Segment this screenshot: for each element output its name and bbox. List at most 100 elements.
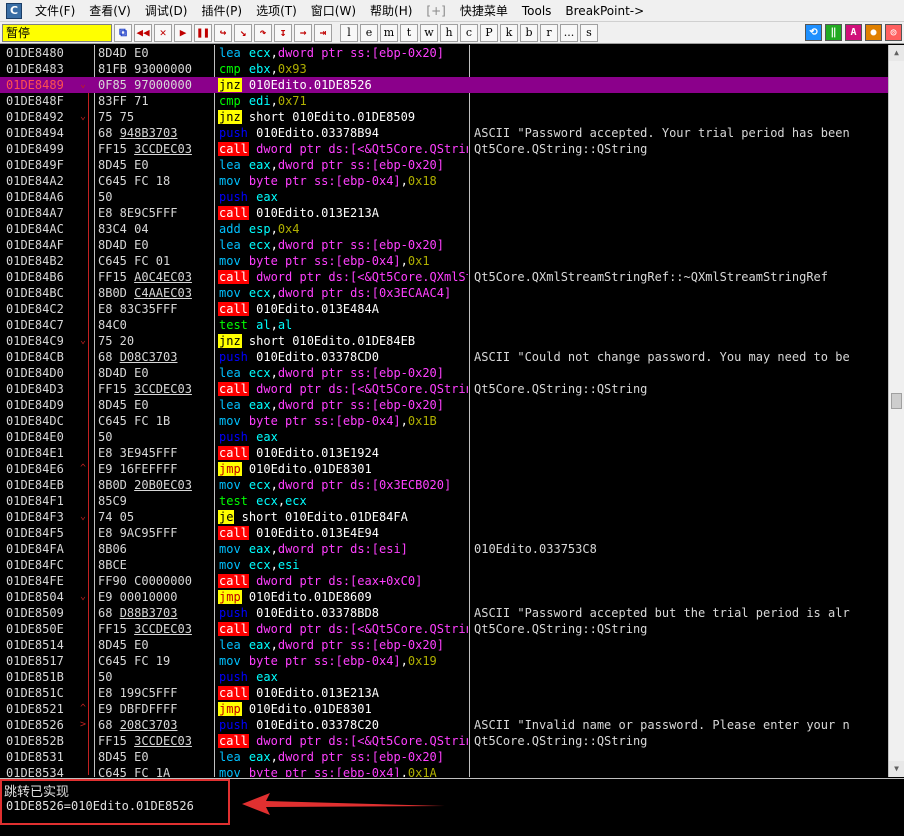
menu-item[interactable]: 帮助(H) xyxy=(363,0,419,22)
disasm-row[interactable]: 01DE84D3 FF15 3CCDEC03 call dword ptr ds:[… xyxy=(0,381,888,397)
window-button[interactable]: s xyxy=(580,23,598,42)
a-icon[interactable]: A xyxy=(845,24,862,41)
pause-plugin-icon[interactable]: ‖ xyxy=(825,24,842,41)
window-button[interactable]: t xyxy=(400,23,418,42)
vertical-scrollbar[interactable]: ▲ ▼ xyxy=(888,45,904,777)
instruction-cell: mov ecx,esi xyxy=(218,557,468,573)
disasm-row[interactable]: 01DE848F 83FF 71 cmp edi,0x71 xyxy=(0,93,888,109)
window-button[interactable]: l xyxy=(340,23,358,42)
disasm-row[interactable]: 01DE84AF 8D4D E0 lea ecx,dword ptr ss:[ebp… xyxy=(0,237,888,253)
operand: short 010Edito.01DE84FA xyxy=(234,510,408,524)
disasm-row[interactable]: 01DE84DC C645 FC 1B mov byte ptr ss:[ebp-0… xyxy=(0,413,888,429)
disasm-row[interactable]: 01DE8492 ⌄ 75 75 jnz short 010Edito.01DE850… xyxy=(0,109,888,125)
disasm-row[interactable]: 01DE84D0 8D4D E0 lea ecx,dword ptr ss:[ebp… xyxy=(0,365,888,381)
disasm-row[interactable]: 01DE850E FF15 3CCDEC03 call dword ptr ds:[… xyxy=(0,621,888,637)
disasm-row[interactable]: 01DE8504 ⌄ E9 00010000 jmp 010Edito.01DE860… xyxy=(0,589,888,605)
scroll-thumb[interactable] xyxy=(891,393,902,409)
window-button[interactable]: P xyxy=(480,23,498,42)
window-button[interactable]: r xyxy=(540,23,558,42)
window-button[interactable]: c xyxy=(460,23,478,42)
toolbar-button[interactable]: ↪ xyxy=(214,23,232,42)
disasm-row[interactable]: 01DE84AC 83C4 04 add esp,0x4 xyxy=(0,221,888,237)
operand: 010Edito.03378CD0 xyxy=(248,350,379,364)
disasm-row[interactable]: 01DE84C7 84C0 test al,al xyxy=(0,317,888,333)
hex-bytes: 83C4 04 xyxy=(98,222,149,236)
toolbar-button[interactable]: ↘ xyxy=(234,23,252,42)
disasm-row[interactable]: 01DE84BC 8B0D C4AAEC03 mov ecx,dword ptr d… xyxy=(0,285,888,301)
menu-item[interactable]: 调试(D) xyxy=(138,0,195,22)
menu-item[interactable]: 快捷菜单 xyxy=(453,0,515,22)
scroll-down-icon[interactable]: ▼ xyxy=(889,761,904,777)
disasm-row[interactable]: 01DE84C9 ⌄ 75 20 jnz short 010Edito.01DE84E… xyxy=(0,333,888,349)
target-icon[interactable]: ◎ xyxy=(885,24,902,41)
toolbar-button[interactable]: ⇥ xyxy=(314,23,332,42)
toolbar-button[interactable]: ↷ xyxy=(254,23,272,42)
disasm-row[interactable]: 01DE84FE FF90 C0000000 call dword ptr ds:[… xyxy=(0,573,888,589)
window-button[interactable]: k xyxy=(500,23,518,42)
disasm-row[interactable]: 01DE8526 >68 208C3703 push 010Edito.03378C… xyxy=(0,717,888,733)
disasm-row[interactable]: 01DE8517 C645 FC 19 mov byte ptr ss:[ebp-0… xyxy=(0,653,888,669)
operand: byte ptr ss:[ebp-0x4] xyxy=(248,414,401,428)
menu-item[interactable]: [+] xyxy=(419,0,452,22)
disasm-row[interactable]: 01DE84F3 ⌄ 74 05 je short 010Edito.01DE84FA xyxy=(0,509,888,525)
window-button[interactable]: h xyxy=(440,23,458,42)
disasm-row[interactable]: 01DE852B FF15 3CCDEC03 call dword ptr ds:[… xyxy=(0,733,888,749)
menu-item[interactable]: 查看(V) xyxy=(82,0,138,22)
toolbar-button[interactable]: ↧ xyxy=(274,23,292,42)
disasm-row[interactable]: 01DE8531 8D45 E0 lea eax,dword ptr ss:[ebp… xyxy=(0,749,888,765)
window-button[interactable]: b xyxy=(520,23,538,42)
disasm-row[interactable]: 01DE84E6 ^ E9 16FEFFFF jmp 010Edito.01DE830… xyxy=(0,461,888,477)
menu-item[interactable]: 文件(F) xyxy=(28,0,82,22)
disasm-row[interactable]: 01DE8521 ^ E9 DBFDFFFF jmp 010Edito.01DE830… xyxy=(0,701,888,717)
menu-item[interactable]: 窗口(W) xyxy=(304,0,363,22)
menu-item[interactable]: 选项(T) xyxy=(249,0,304,22)
disasm-row[interactable]: 01DE84A7 E8 8E9C5FFF call 010Edito.013E213… xyxy=(0,205,888,221)
disasm-row[interactable]: 01DE84F5 E8 9AC95FFF call 010Edito.013E4E9… xyxy=(0,525,888,541)
disasm-row[interactable]: 01DE851B 50 push eax xyxy=(0,669,888,685)
window-button[interactable]: e xyxy=(360,23,378,42)
disasm-row[interactable]: 01DE84A2 C645 FC 18 mov byte ptr ss:[ebp-0… xyxy=(0,173,888,189)
disasm-row[interactable]: 01DE8494 68 948B3703 push 010Edito.03378B9… xyxy=(0,125,888,141)
jump-arrow-icon: > xyxy=(80,719,87,730)
menu-item[interactable]: Tools xyxy=(515,0,559,22)
scroll-up-icon[interactable]: ▲ xyxy=(889,45,904,61)
disasm-row[interactable]: 01DE849F 8D45 E0 lea eax,dword ptr ss:[ebp… xyxy=(0,157,888,173)
disasm-row[interactable]: 01DE84FC 8BCE mov ecx,esi xyxy=(0,557,888,573)
address-cell: 01DE84AF xyxy=(6,238,64,252)
window-button[interactable]: ... xyxy=(560,23,578,42)
toolbar-button[interactable]: ⧉ xyxy=(114,23,132,42)
toolbar-button[interactable]: ▶ xyxy=(174,23,192,42)
menu-item[interactable]: 插件(P) xyxy=(194,0,249,22)
refresh-icon[interactable]: ⟲ xyxy=(805,24,822,41)
disasm-row[interactable]: 01DE84C2 E8 83C35FFF call 010Edito.013E484… xyxy=(0,301,888,317)
disasm-row[interactable]: 01DE8483 81FB 93000000 cmp ebx,0x93 xyxy=(0,61,888,77)
disasm-row[interactable]: 01DE84D9 8D45 E0 lea eax,dword ptr ss:[ebp… xyxy=(0,397,888,413)
disasm-row[interactable]: 01DE8480 8D4D E0 lea ecx,dword ptr ss:[ebp… xyxy=(0,45,888,61)
toolbar-button[interactable]: ✕ xyxy=(154,23,172,42)
disasm-row[interactable]: 01DE8509 68 D88B3703 push 010Edito.03378BD… xyxy=(0,605,888,621)
window-button[interactable]: m xyxy=(380,23,398,42)
disasm-row[interactable]: 01DE84A6 50 push eax xyxy=(0,189,888,205)
toolbar-button[interactable]: ❚❚ xyxy=(194,23,212,42)
menu-item[interactable]: BreakPoint-> xyxy=(558,0,651,22)
disasm-row[interactable]: 01DE84B2 C645 FC 01 mov byte ptr ss:[ebp-0… xyxy=(0,253,888,269)
disasm-row[interactable]: 01DE84EB 8B0D 20B0EC03 mov ecx,dword ptr d… xyxy=(0,477,888,493)
disasm-row[interactable]: 01DE8534 C645 FC 1A mov byte ptr ss:[ebp-0… xyxy=(0,765,888,777)
disasm-row[interactable]: 01DE84E0 50 push eax xyxy=(0,429,888,445)
disassembly-pane[interactable]: 01DE8480 8D4D E0 lea ecx,dword ptr ss:[ebp… xyxy=(0,45,888,777)
disasm-row[interactable]: 01DE8499 FF15 3CCDEC03 call dword ptr ds:[… xyxy=(0,141,888,157)
toolbar-button[interactable]: ◀◀ xyxy=(134,23,152,42)
disasm-row[interactable]: 01DE8489 ⌄ 0F85 97000000 jnz 010Edito.01DE8… xyxy=(0,77,888,93)
disasm-row[interactable]: 01DE851C E8 199C5FFF call 010Edito.013E213… xyxy=(0,685,888,701)
disasm-row[interactable]: 01DE84E1 E8 3E945FFF call 010Edito.013E192… xyxy=(0,445,888,461)
hex-cell: 50 xyxy=(98,189,112,205)
disasm-row[interactable]: 01DE84F1 85C9 test ecx,ecx xyxy=(0,493,888,509)
toolbar-button[interactable]: → xyxy=(294,23,312,42)
disasm-row[interactable]: 01DE84FA 8B06 mov eax,dword ptr ds:[esi] 01… xyxy=(0,541,888,557)
disasm-row[interactable]: 01DE84B6 FF15 A0C4EC03 call dword ptr ds:[… xyxy=(0,269,888,285)
window-button[interactable]: w xyxy=(420,23,438,42)
hex-bytes: 50 xyxy=(98,670,113,684)
disasm-row[interactable]: 01DE8514 8D45 E0 lea eax,dword ptr ss:[ebp… xyxy=(0,637,888,653)
record-icon[interactable]: ● xyxy=(865,24,882,41)
disasm-row[interactable]: 01DE84CB 68 D08C3703 push 010Edito.03378CD… xyxy=(0,349,888,365)
